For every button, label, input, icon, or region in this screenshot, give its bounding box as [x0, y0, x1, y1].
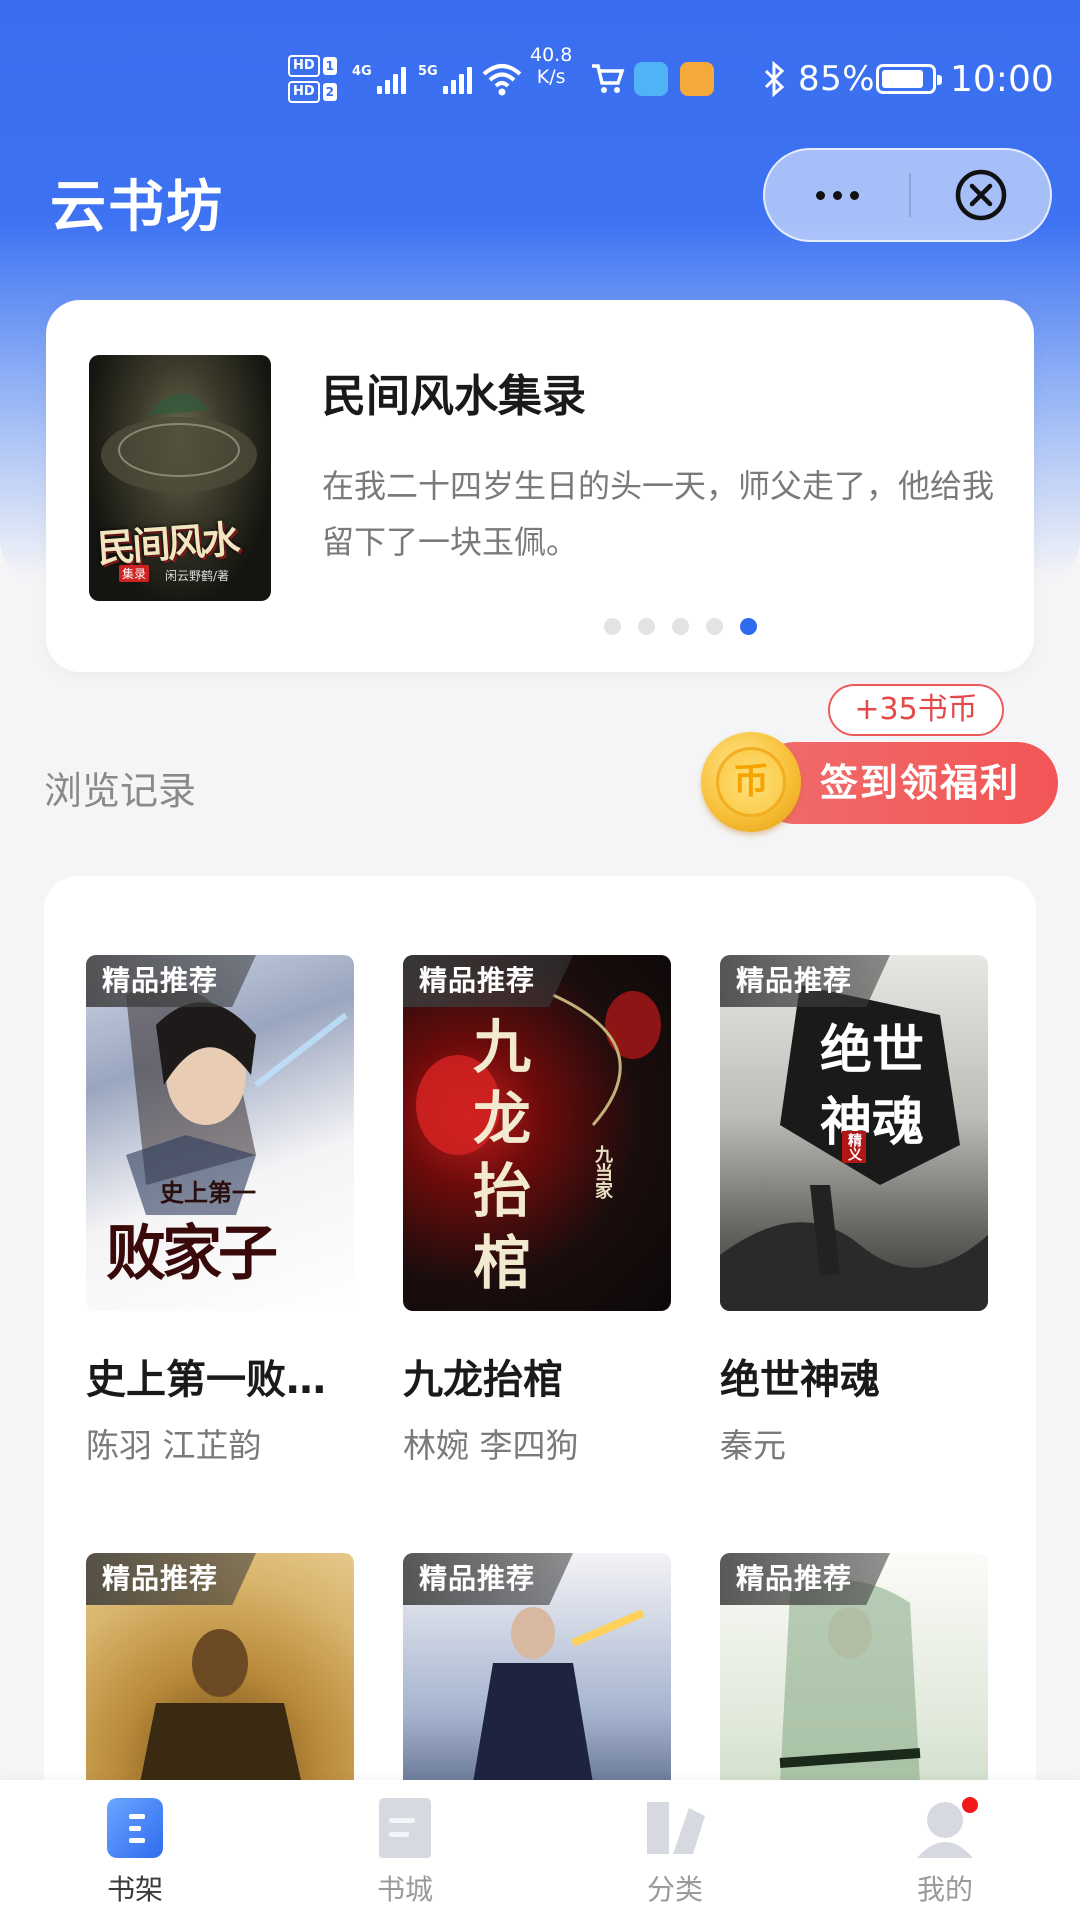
app-notification-icon — [634, 44, 668, 114]
cart-icon — [590, 44, 626, 114]
book-author: 秦元 — [720, 1426, 786, 1465]
app-notification-icon — [680, 44, 714, 114]
book-item[interactable]: 绝世神魂 精义 精品推荐 绝世神魂 秦元 — [720, 955, 988, 1467]
carousel-dot-active — [739, 618, 757, 635]
clock: 10:00 — [950, 58, 1054, 100]
book-item[interactable]: 史上第一 败家子 精品推荐 史上第一败家子 陈羽 江芷韵 — [86, 955, 354, 1467]
category-icon — [643, 1796, 707, 1860]
tab-bookstore[interactable]: 书城 — [270, 1780, 540, 1920]
coin-reward-tip: +35书币 — [828, 684, 1004, 736]
featured-book-title: 民间风水集录 — [322, 371, 586, 422]
featured-book-description: 在我二十四岁生日的头一天，师父走了，他给我留下了一块玉佩。 — [322, 467, 995, 561]
notification-dot — [959, 1794, 981, 1816]
hd-indicators: HD 1 HD 2 — [288, 44, 338, 114]
featured-book-cover[interactable]: 民间风水 集录 闲云野鹤/著 — [89, 355, 271, 601]
close-button[interactable] — [911, 150, 1050, 240]
tab-category[interactable]: 分类 — [540, 1780, 810, 1920]
book-item[interactable]: 九龙抬棺 九当家 精品推荐 九龙抬棺 林婉 李四狗 — [403, 955, 671, 1467]
mini-program-capsule — [763, 148, 1052, 242]
status-bar: HD 1 HD 2 4G 5G 40.8 K/s 85% 10:00 — [0, 44, 1080, 114]
premium-tag: 精品推荐 — [720, 1553, 891, 1605]
premium-tag: 精品推荐 — [403, 955, 574, 1007]
premium-tag: 精品推荐 — [403, 1553, 574, 1605]
hd-badge: HD — [288, 55, 320, 77]
featured-book-card[interactable]: 民间风水 集录 闲云野鹤/著 民间风水集录 在我二十四岁生日的头一天，师父走了，… — [46, 300, 1034, 672]
signal-4g-icon: 4G — [352, 44, 406, 114]
book-author: 林婉 李四狗 — [403, 1426, 579, 1465]
premium-tag: 精品推荐 — [720, 955, 891, 1007]
book-cover[interactable]: 九龙抬棺 九当家 精品推荐 — [403, 955, 671, 1311]
carousel-dot — [705, 618, 723, 635]
sim-number: 1 — [322, 57, 338, 75]
carousel-indicator — [46, 618, 1034, 635]
bookshelf-icon — [103, 1796, 167, 1860]
book-grid: 史上第一 败家子 精品推荐 史上第一败家子 陈羽 江芷韵 九龙抬棺 九当家 精品… — [44, 876, 1036, 1920]
app-page: HD 1 HD 2 4G 5G 40.8 K/s 85% 10:00 云书坊 民… — [0, 0, 1080, 1920]
tab-bookshelf[interactable]: 书架 — [0, 1780, 270, 1920]
close-circle-icon — [955, 169, 1006, 221]
book-title: 绝世神魂 — [720, 1357, 880, 1403]
bluetooth-icon — [762, 44, 786, 114]
profile-icon — [913, 1794, 981, 1860]
battery-icon — [876, 44, 942, 114]
premium-tag: 精品推荐 — [86, 955, 257, 1007]
carousel-dot — [671, 618, 689, 635]
book-author: 陈羽 江芷韵 — [86, 1426, 262, 1465]
book-cover[interactable]: 史上第一 败家子 精品推荐 — [86, 955, 354, 1311]
book-title: 史上第一败家子 — [86, 1357, 354, 1403]
book-title: 九龙抬棺 — [403, 1357, 563, 1403]
hd-badge: HD — [288, 81, 320, 103]
coin-icon[interactable]: 币 — [701, 732, 801, 832]
carousel-dot — [603, 618, 621, 635]
premium-tag: 精品推荐 — [86, 1553, 257, 1605]
sim-number: 2 — [322, 83, 338, 101]
bookstore-icon — [373, 1796, 437, 1860]
network-speed: 40.8 K/s — [530, 44, 573, 88]
bottom-tab-bar: 书架 书城 分类 我的 — [0, 1780, 1080, 1920]
app-title: 云书坊 — [50, 175, 224, 240]
browse-history-label: 浏览记录 — [44, 769, 197, 813]
more-dots-icon — [815, 190, 825, 200]
book-cover[interactable]: 绝世神魂 精义 精品推荐 — [720, 955, 988, 1311]
more-options-button[interactable] — [765, 150, 909, 240]
battery-percent: 85% — [798, 59, 876, 99]
signal-5g-icon: 5G — [418, 44, 472, 114]
carousel-dot — [637, 618, 655, 635]
tab-profile[interactable]: 我的 — [810, 1780, 1080, 1920]
wifi-icon — [482, 44, 522, 114]
